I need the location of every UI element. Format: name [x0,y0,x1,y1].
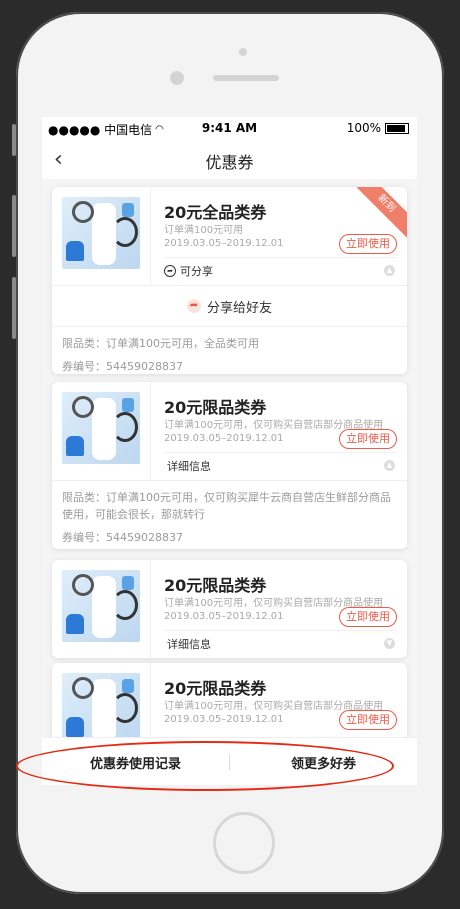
chevron-up-icon[interactable]: ▲ [384,460,395,471]
use-now-button[interactable]: 立即使用 [339,710,397,730]
coupon-condition: 订单满100元可用 [164,225,244,236]
volume-down-button [12,277,16,339]
speaker-grille [213,75,279,81]
coupon-card[interactable]: 20元限品类券 订单满100元可用，仅可购买自营店部分商品使用 2019.03.… [52,382,407,549]
detail-line: 限品类：订单满100元可用，全品类可用 [62,337,259,350]
shareable-label: 可分享 [180,265,213,278]
coupon-title: 20元限品类券 [164,398,267,417]
camera-dot [239,48,247,56]
coupon-title: 20元限品类券 [164,576,267,595]
detail-line: 限品类：订单满100元可用，仅可购买犀牛云商自营店生鲜部分商品使用，可能会很长，… [62,491,391,521]
coupon-image [62,570,140,642]
nav-bar: ‹ 优惠券 [42,139,417,179]
coupon-details: 限品类：订单满100元可用，仅可购买犀牛云商自营店生鲜部分商品使用，可能会很长，… [52,481,407,549]
coupon-date: 2019.03.05–2019.12.01 [164,433,284,444]
coupon-list[interactable]: 20元全品类券 订单满100元可用 2019.03.05–2019.12.01 … [42,179,417,739]
coupon-image [62,392,140,464]
coupon-date: 2019.03.05–2019.12.01 [164,714,284,725]
battery-percent: 100% [346,121,381,135]
front-camera [170,71,184,85]
coupon-number: 券编号：54459028837 [62,531,183,544]
annotation-ellipse [16,741,394,791]
detail-info-label[interactable]: 详细信息 [167,458,211,474]
share-arrow-icon: ➦ [186,299,201,313]
coupon-card[interactable]: 20元限品类券 订单满100元可用，仅可购买自营店部分商品使用 2019.03.… [52,663,407,739]
mute-switch [12,124,16,156]
status-bar: ●●●●● 中国电信 ◠ 9:41 AM 100% [42,117,417,139]
coupon-image [62,673,140,739]
use-now-button[interactable]: 立即使用 [339,234,397,254]
page-title: 优惠券 [205,153,254,172]
coupon-card[interactable]: 20元限品类券 订单满100元可用，仅可购买自营店部分商品使用 2019.03.… [52,560,407,658]
detail-info-label[interactable]: 详细信息 [167,636,211,652]
chevron-up-icon[interactable]: ▲ [384,265,395,276]
share-to-friend-button[interactable]: ➦ 分享给好友 [52,286,407,327]
share-icon: ➦ [164,265,176,277]
chevron-down-icon[interactable]: ▼ [384,638,395,649]
coupon-details: 限品类：订单满100元可用，全品类可用 券编号：54459028837 [52,327,407,374]
coupon-title: 20元限品类券 [164,679,267,698]
volume-up-button [12,195,16,257]
coupon-title: 20元全品类券 [164,203,267,222]
coupon-image [62,197,140,269]
coupon-date: 2019.03.05–2019.12.01 [164,238,284,249]
coupon-number: 券编号：54459028837 [62,360,183,373]
coupon-date: 2019.03.05–2019.12.01 [164,611,284,622]
use-now-button[interactable]: 立即使用 [339,429,397,449]
home-button[interactable] [213,812,275,874]
use-now-button[interactable]: 立即使用 [339,607,397,627]
coupon-card[interactable]: 20元全品类券 订单满100元可用 2019.03.05–2019.12.01 … [52,187,407,374]
screen: ●●●●● 中国电信 ◠ 9:41 AM 100% ‹ 优惠券 20元全品类券 … [42,117,417,785]
battery-icon [385,122,409,134]
share-label: 分享给好友 [206,300,272,316]
